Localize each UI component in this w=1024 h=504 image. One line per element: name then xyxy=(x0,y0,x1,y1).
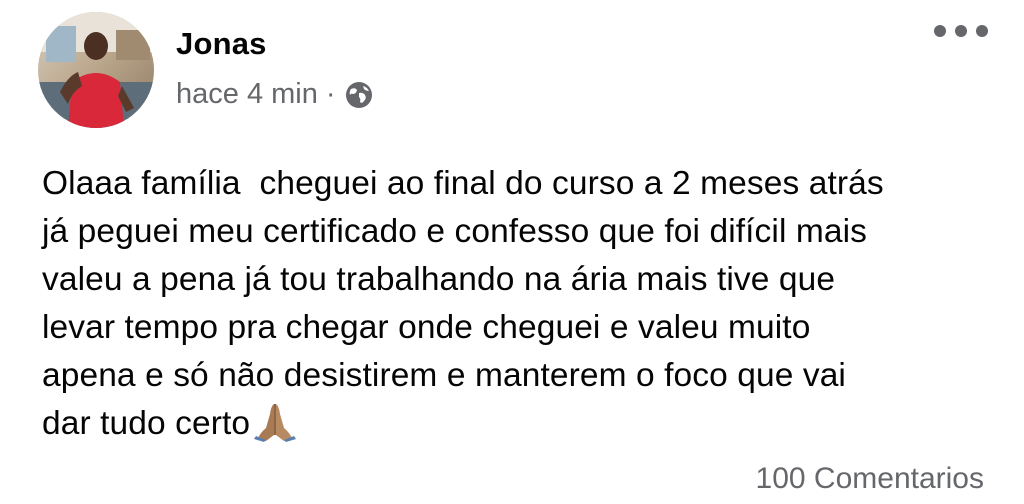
avatar-image xyxy=(38,12,154,128)
post-timestamp[interactable]: hace 4 min xyxy=(176,78,318,111)
meta-separator: · xyxy=(325,78,336,110)
post-text-line: levar tempo pra chegar onde cheguei e va… xyxy=(42,309,811,346)
post-text-line: já peguei meu certificado e confesso que… xyxy=(42,213,868,250)
more-dot xyxy=(934,25,946,37)
post-meta: hace 4 min · xyxy=(176,78,374,111)
folded-hands-emoji xyxy=(252,402,298,442)
globe-icon[interactable] xyxy=(344,80,374,110)
more-dot xyxy=(976,25,988,37)
author-name[interactable]: Jonas xyxy=(176,26,267,62)
more-options-icon[interactable] xyxy=(934,20,988,42)
post-text: Olaaa família cheguei ao final do curso … xyxy=(42,160,1002,448)
post-card: Jonas hace 4 min · Olaaa família cheguei… xyxy=(0,0,1024,504)
post-text-line: apena e só não desistirem e manterem o f… xyxy=(42,357,846,394)
more-dot xyxy=(955,25,967,37)
avatar[interactable] xyxy=(38,12,154,128)
post-text-line: valeu a pena já tou trabalhando na ária … xyxy=(42,261,836,298)
post-text-line: Olaaa família cheguei ao final do curso … xyxy=(42,165,884,202)
post-text-line: dar tudo certo xyxy=(42,405,251,442)
post-text-line-last: dar tudo certo xyxy=(42,400,1002,448)
comments-count-link[interactable]: 100 Comentarios xyxy=(756,462,984,496)
